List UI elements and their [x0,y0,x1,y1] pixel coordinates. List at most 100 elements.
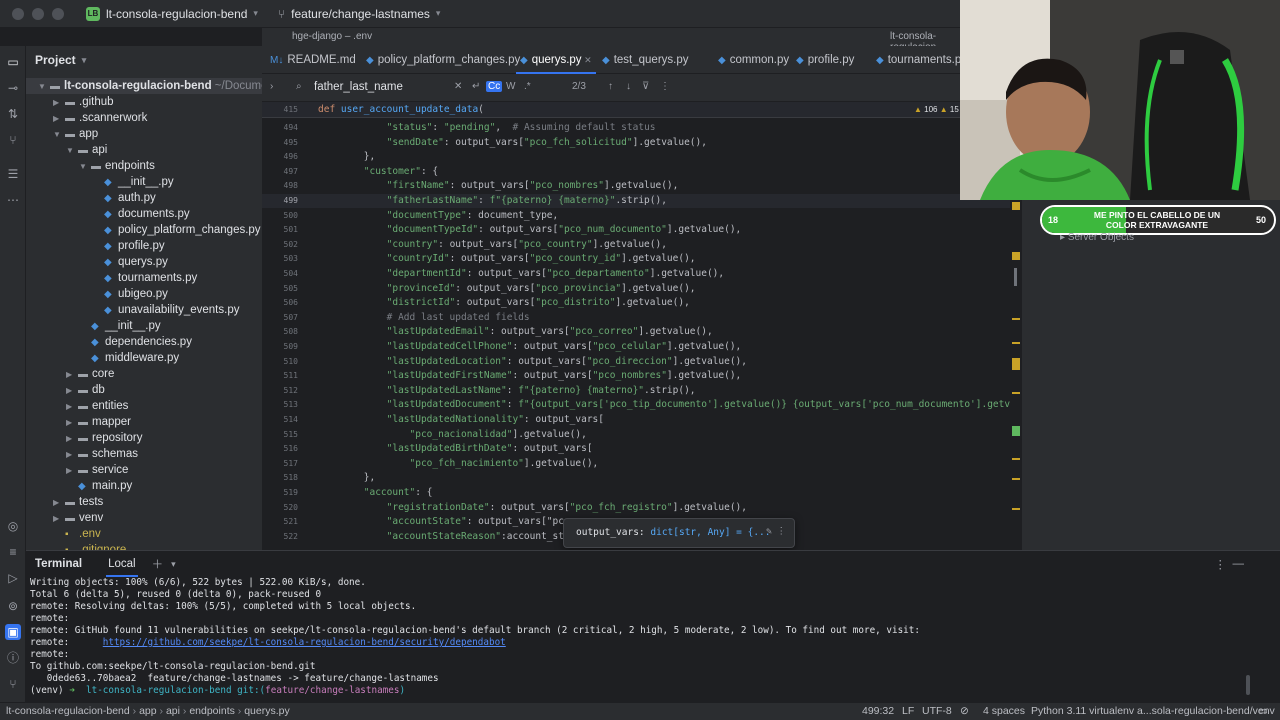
code-line[interactable]: "firstName": output_vars["pco_nombres"].… [318,180,679,191]
tree-item[interactable]: ◆ querys.py [92,254,168,270]
tree-item[interactable]: ◆ profile.py [92,238,165,254]
code-line[interactable]: "fatherLastName": f"{paterno} {materno}"… [318,195,667,206]
terminal-scrollbar[interactable] [1246,675,1250,695]
line-number[interactable]: 511 [262,371,298,380]
line-number[interactable]: 503 [262,254,298,263]
editor-tab[interactable]: ◆ tournaments.py [876,54,967,66]
line-number[interactable]: 510 [262,357,298,366]
tree-item[interactable]: ◆ policy_platform_changes.py [92,222,261,238]
tree-item[interactable]: ◆ tournaments.py [92,270,197,286]
file-encoding[interactable]: UTF-8 [922,705,952,717]
python-packages-icon[interactable]: ◎ [5,518,21,534]
line-number[interactable]: 518 [262,473,298,482]
python-console-icon[interactable]: ⊚ [5,598,21,614]
code-line[interactable]: "lastUpdatedFirstName": output_vars["pco… [318,370,742,381]
expand-replace-icon[interactable]: › [270,81,273,92]
breadcrumb-item[interactable]: querys.py [244,705,290,717]
tree-item[interactable]: ◆ auth.py [92,190,156,206]
close-window-button[interactable] [12,7,24,20]
code-line[interactable]: "lastUpdatedLastName": f"{paterno} {mate… [318,385,696,396]
tree-item[interactable]: ▪ .env [53,526,101,542]
line-number[interactable]: 507 [262,313,298,322]
line-number[interactable]: 508 [262,327,298,336]
filter-icon[interactable]: ⊽ [642,81,649,92]
regex-toggle[interactable]: .* [524,81,531,92]
code-line[interactable]: "sendDate": output_vars["pco_fch_solicit… [318,137,707,148]
tree-item[interactable]: ◆ middleware.py [79,350,179,366]
code-line[interactable]: "accountStateReason":account_st [318,531,564,542]
code-line[interactable]: "districtId": output_vars["pco_distrito"… [318,297,690,308]
tree-item[interactable]: ◆ dependencies.py [79,334,192,350]
tree-item[interactable]: ◆ ubigeo.py [92,286,168,302]
line-number[interactable]: 494 [262,123,298,132]
code-line[interactable]: "lastUpdatedNationality": output_vars[ [318,414,604,425]
code-line[interactable]: "customer": { [318,166,438,177]
tree-item[interactable]: ▶ ▬ repository [66,430,143,446]
terminal-options-icon[interactable]: ⋮ [1215,557,1227,571]
code-line[interactable]: "pco_fch_nacimiento"].getvalue(), [318,458,599,469]
line-number[interactable]: 514 [262,415,298,424]
tree-root[interactable]: ▼ ▬ lt-consola-regulacion-bend ~/Documents… [26,78,262,94]
tree-item[interactable]: ▪.gitignore [53,542,126,550]
pull-requests-icon[interactable]: ⇅ [5,106,21,122]
project-folder-icon[interactable]: ▭ [5,54,21,70]
zoom-window-button[interactable] [52,7,64,20]
editor-tab[interactable]: ◆ common.py [718,54,789,66]
breadcrumb-item[interactable]: lt-consola-regulacion-bend [6,705,130,717]
tree-item[interactable]: ◆ documents.py [92,206,190,222]
tree-item[interactable]: ▶ ▬ tests [53,494,103,510]
tree-item[interactable]: ▶ ▬ venv [53,510,103,526]
new-line-icon[interactable]: ↵ [472,81,480,92]
chevron-down-icon[interactable]: ▾ [82,55,87,66]
line-number[interactable]: 516 [262,444,298,453]
code-line[interactable]: # Add last updated fields [318,312,530,323]
line-number[interactable]: 520 [262,503,298,512]
code-line[interactable]: "lastUpdatedLocation": output_vars["pco_… [318,356,747,367]
line-number[interactable]: 496 [262,152,298,161]
more-icon[interactable]: ⋯ [5,192,21,208]
tree-item[interactable]: ▶ ▬ schemas [66,446,138,462]
caret-position[interactable]: 499:32 [862,705,894,717]
tree-item[interactable]: ▶ ▬ entities [66,398,128,414]
add-terminal-icon[interactable]: ＋ [152,556,164,572]
minimize-window-button[interactable] [32,7,44,20]
tree-item[interactable]: ◆ main.py [66,478,132,494]
tree-item[interactable]: ▼ ▬ api [66,142,107,158]
tree-item[interactable]: ▶ ▬ core [66,366,114,382]
breadcrumb-item[interactable]: api [166,705,180,717]
line-number[interactable]: 506 [262,298,298,307]
line-number[interactable]: 498 [262,181,298,190]
code-line[interactable]: "accountState": output_vars["pc [318,516,564,527]
tree-item[interactable]: ▼ ▬ endpoints [79,158,155,174]
code-editor[interactable]: 494 "status": "pending", # Assuming defa… [262,102,1020,550]
project-panel-title[interactable]: Project [35,53,76,67]
tree-item[interactable]: ◆ unavailability_events.py [92,302,239,318]
terminal-prompt[interactable]: (venv) ➜ lt-consola-regulacion-bend git:… [30,685,1276,697]
code-line[interactable]: "registrationDate": output_vars["pco_fch… [318,502,747,513]
structure-icon[interactable]: ☰ [5,166,21,182]
code-line[interactable]: "lastUpdatedDocument": f"{output_vars['p… [318,399,1020,410]
terminal-tab-local[interactable]: Local [106,558,138,577]
editor-tab[interactable]: ◆ profile.py [796,54,854,66]
code-line[interactable]: "pco_nacionalidad"].getvalue(), [318,429,587,440]
line-number[interactable]: 501 [262,225,298,234]
close-tab-icon[interactable]: ✕ [582,55,592,65]
editor-tab[interactable]: M↓ README.md [270,54,356,66]
line-number[interactable]: 515 [262,430,298,439]
tree-item[interactable]: ▶ ▬ service [66,462,128,478]
line-number[interactable]: 495 [262,138,298,147]
line-number[interactable]: 500 [262,211,298,220]
python-interpreter[interactable]: Python 3.11 virtualenv a...sola-regulaci… [1031,705,1275,717]
code-line[interactable]: "status": "pending", # Assuming default … [318,122,656,133]
breadcrumb-item[interactable]: app [139,705,157,717]
tree-item[interactable]: ◆ __init__.py [92,174,174,190]
code-line[interactable]: "provinceId": output_vars["pco_provincia… [318,283,696,294]
words-toggle[interactable]: W [506,81,515,92]
terminal-output[interactable]: Writing objects: 100% (6/6), 522 bytes |… [26,577,1280,697]
line-number[interactable]: 509 [262,342,298,351]
previous-match-icon[interactable]: ↑ [608,81,613,92]
match-case-toggle[interactable]: Cc [486,81,503,92]
edit-icon[interactable]: ✎ [766,526,772,537]
line-number[interactable]: 522 [262,532,298,541]
line-number[interactable]: 517 [262,459,298,468]
